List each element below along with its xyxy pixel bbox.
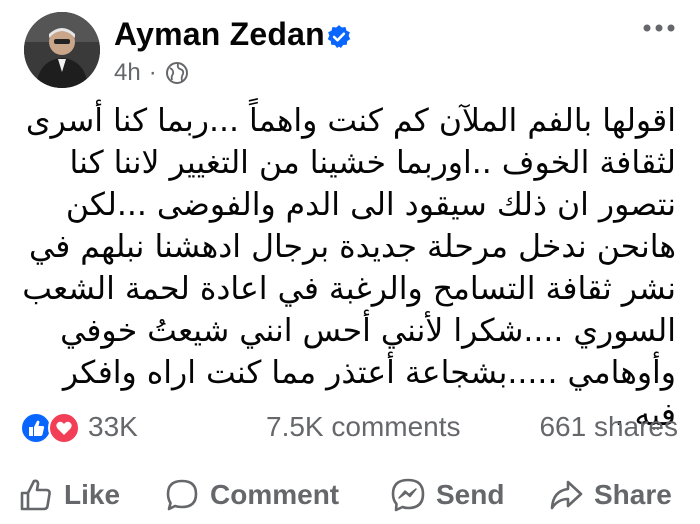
share-label: Share: [594, 479, 672, 510]
post-time[interactable]: 4h: [114, 59, 141, 87]
send-label: Send: [436, 479, 505, 510]
shares-count[interactable]: 661 shares: [539, 411, 678, 443]
globe-icon[interactable]: [165, 61, 189, 85]
share-icon: [550, 480, 583, 510]
author-name[interactable]: Ayman Zedan: [114, 16, 325, 53]
stats-row: 33K 7.5K comments 661 shares: [18, 408, 678, 448]
messenger-icon: [391, 478, 425, 512]
comment-button[interactable]: Comment: [164, 470, 339, 520]
like-label: Like: [64, 479, 121, 510]
avatar[interactable]: [24, 12, 100, 88]
post-meta: 4h ·: [114, 59, 189, 87]
meta-separator: ·: [148, 59, 157, 86]
reaction-count[interactable]: 33K: [88, 411, 138, 443]
reaction-icons[interactable]: [20, 412, 82, 444]
actions-row: Like Comment Send Share: [18, 470, 682, 520]
love-icon: [48, 412, 80, 444]
more-options-icon[interactable]: [642, 22, 676, 34]
like-icon: [20, 412, 52, 444]
thumbs-up-icon: [20, 479, 51, 511]
comment-label: Comment: [210, 479, 340, 510]
share-button[interactable]: Share: [548, 470, 672, 520]
post-text: اقولها بالفم الملآن كم كنت واهماً ...ربم…: [22, 103, 676, 433]
comment-icon: [166, 479, 198, 511]
post-header: Ayman Zedan 4h ·: [24, 12, 676, 92]
send-button[interactable]: Send: [390, 470, 504, 520]
like-button[interactable]: Like: [18, 470, 120, 520]
comments-count[interactable]: 7.5K comments: [266, 411, 461, 443]
verified-badge-icon: [327, 25, 351, 49]
